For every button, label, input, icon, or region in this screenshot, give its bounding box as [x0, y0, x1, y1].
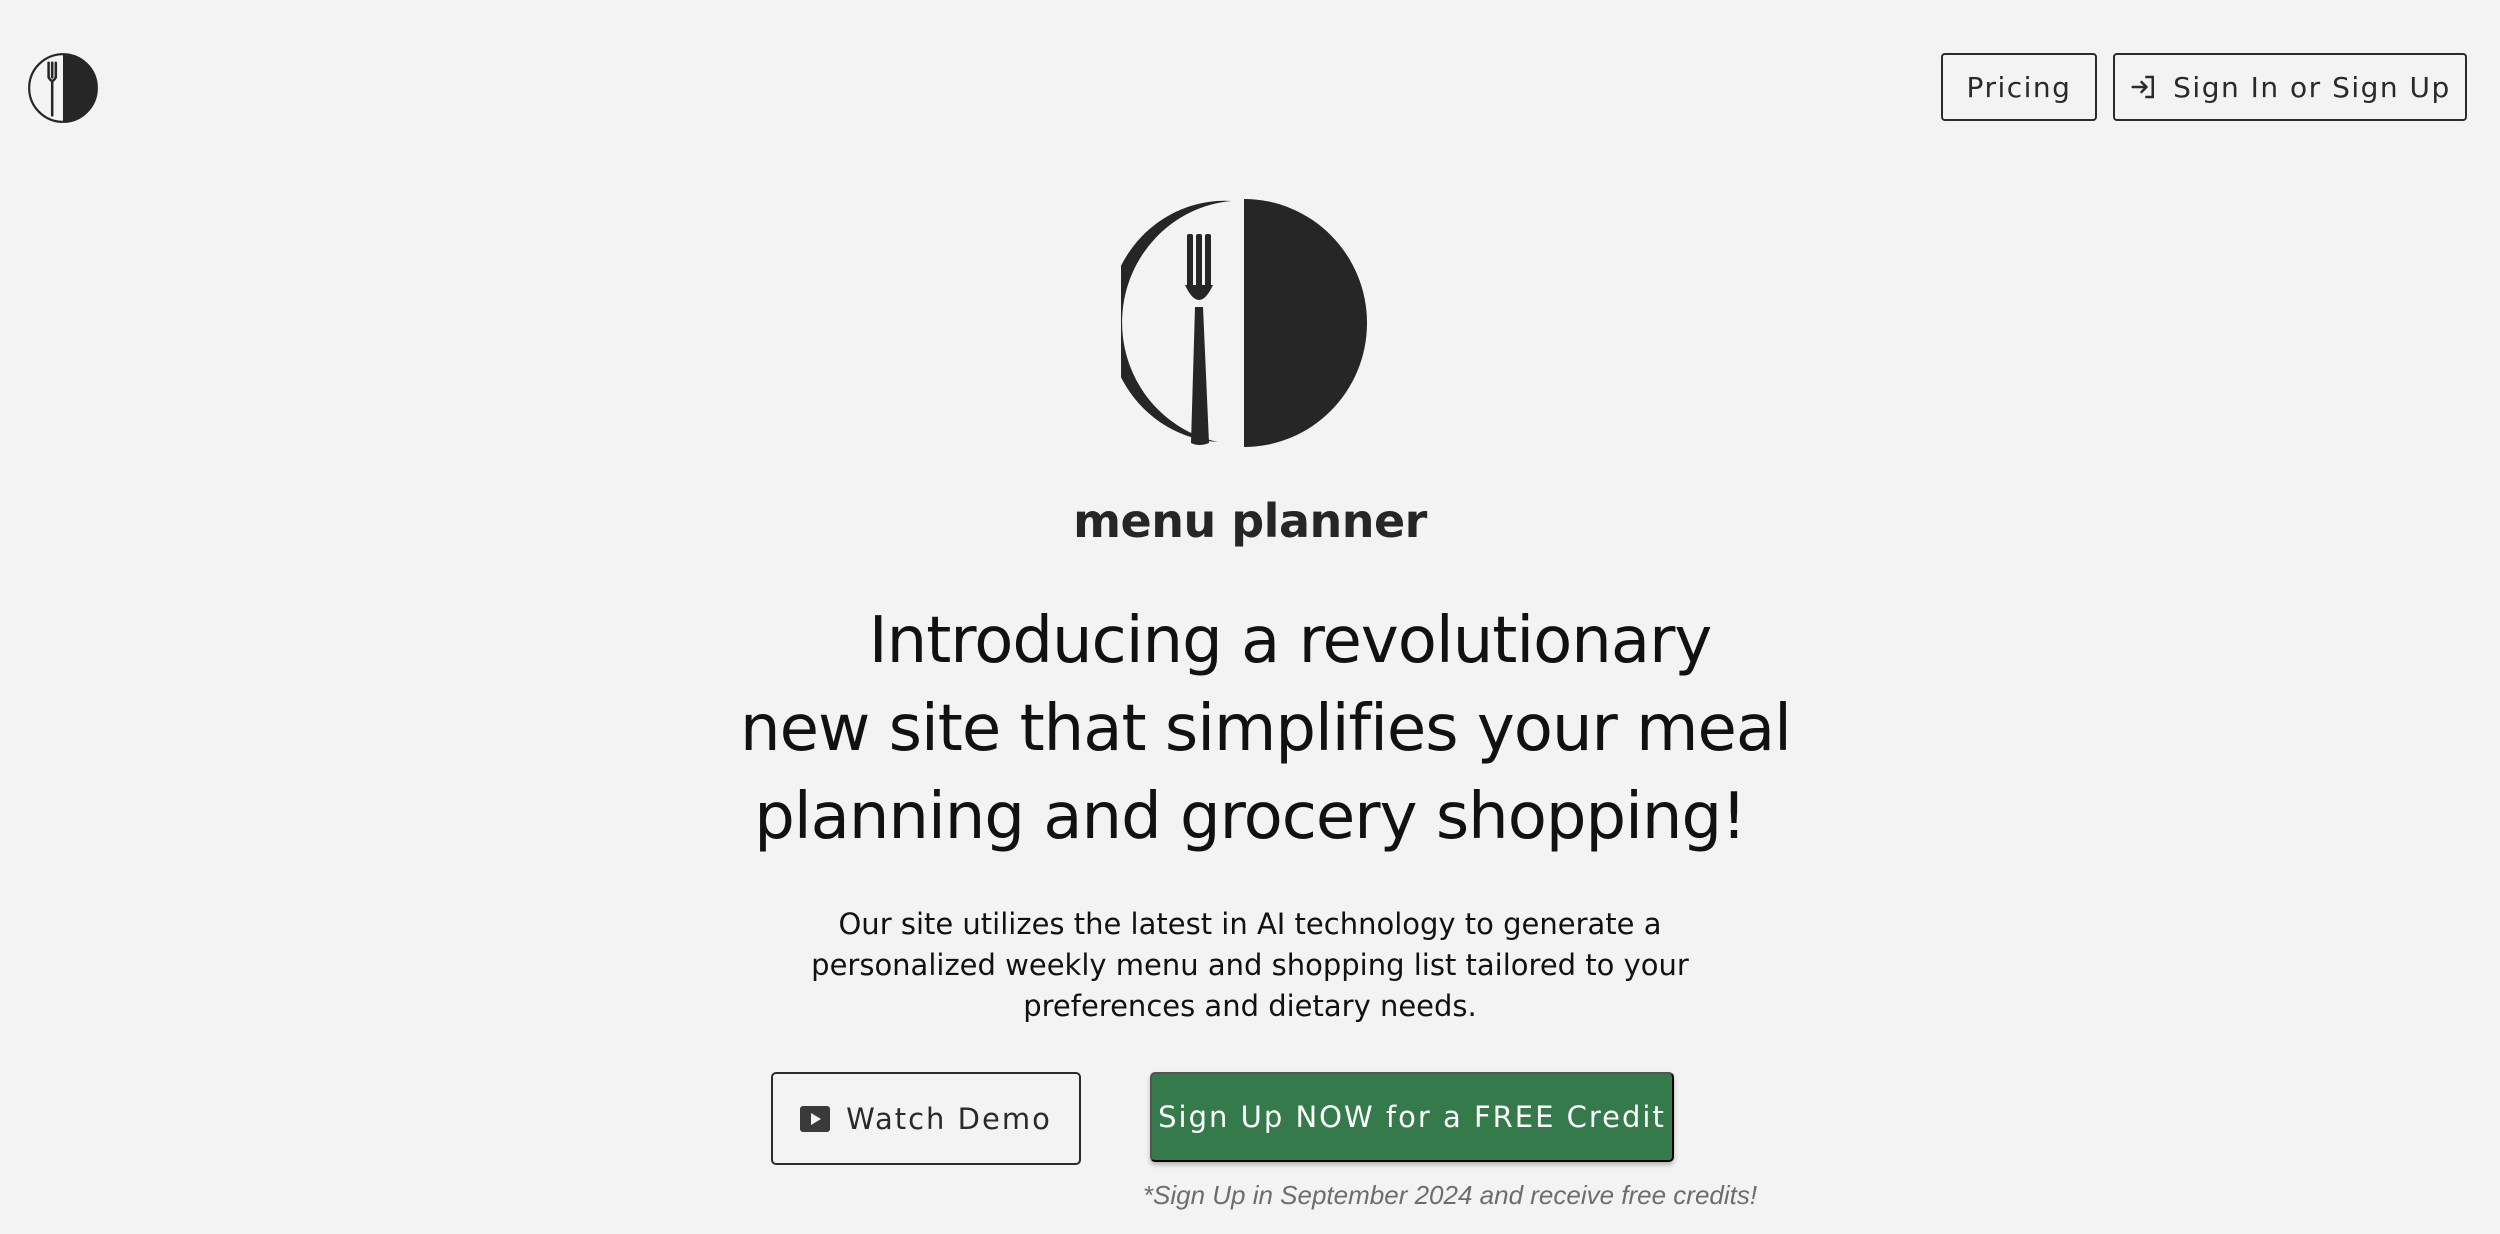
watch-demo-label: Watch Demo [846, 1101, 1052, 1136]
nav-actions: Pricing Sign In or Sign Up [1941, 53, 2467, 121]
hero-headline: Introducing a revolutionary new site tha… [740, 597, 1792, 861]
nav-logo-icon[interactable] [27, 52, 99, 124]
play-video-icon [800, 1105, 831, 1132]
promo-note: *Sign Up in September 2024 and receive f… [1142, 1180, 1758, 1210]
login-arrow-icon [2131, 75, 2155, 99]
fork-plate-logo-icon [1121, 199, 1367, 447]
sign-in-label: Sign In or Sign Up [2173, 70, 2451, 104]
headline-line-1: Introducing a revolutionary [868, 604, 1713, 678]
headline-line-2: new site that simplifies your meal [740, 692, 1792, 766]
brand-name: menu planner [1073, 494, 1427, 548]
watch-demo-button[interactable]: Watch Demo [771, 1072, 1081, 1165]
pricing-button[interactable]: Pricing [1941, 53, 2097, 121]
headline-line-3: planning and grocery shopping! [754, 780, 1747, 854]
signup-free-credit-button[interactable]: Sign Up NOW for a FREE Credit [1150, 1072, 1674, 1162]
hero-description: Our site utilizes the latest in AI techn… [811, 907, 1689, 1023]
sign-in-button[interactable]: Sign In or Sign Up [2113, 53, 2467, 121]
